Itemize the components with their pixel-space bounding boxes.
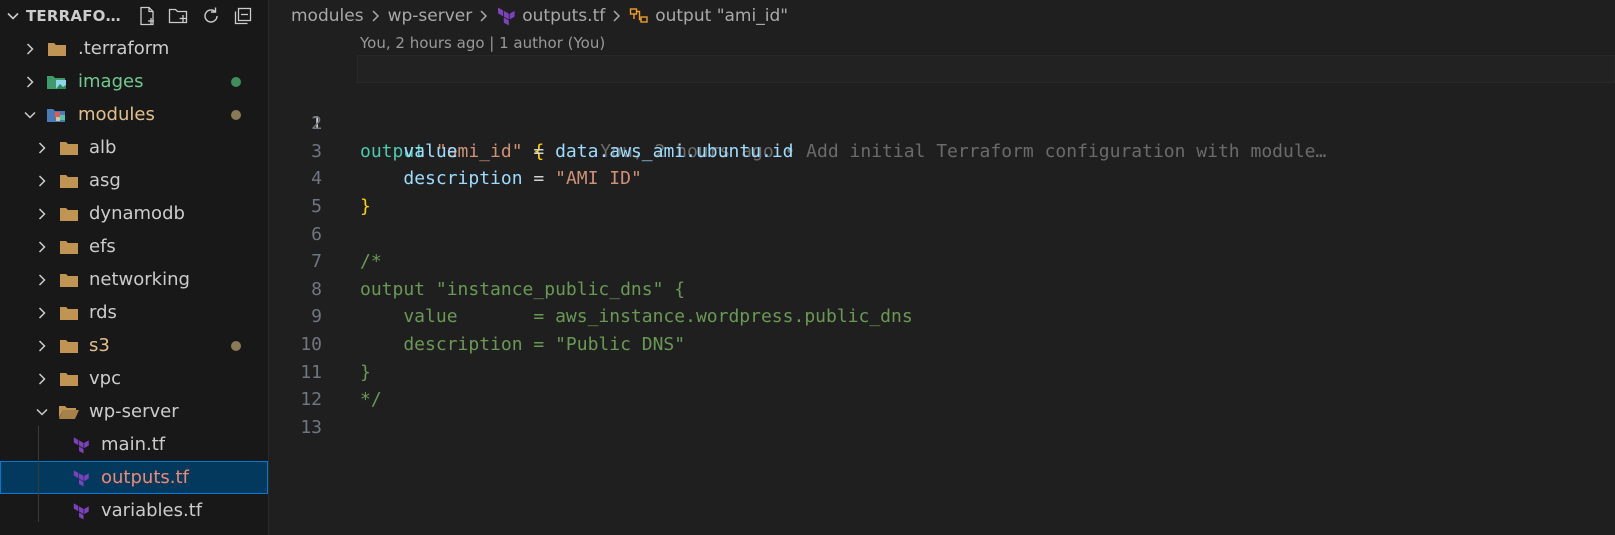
new-file-icon[interactable] <box>135 4 159 28</box>
code-line: 4 } <box>269 138 1615 217</box>
code-line: 11 */ <box>269 331 1615 411</box>
explorer-title: TERRAFORM <box>26 7 129 25</box>
tree-item-label: networking <box>89 269 190 290</box>
tree-item-label: variables.tf <box>101 500 203 521</box>
folder-icon <box>58 270 80 290</box>
code-line: 3 description = "AMI ID" <box>269 110 1615 190</box>
tree-item-label: efs <box>89 236 116 257</box>
code-line: 7 output "instance_public_dns" { <box>269 221 1615 300</box>
chevron-down-icon[interactable] <box>22 107 38 123</box>
tree-item-label: s3 <box>89 335 110 356</box>
tree-item-label: alb <box>89 137 117 158</box>
folder-icon <box>58 171 80 191</box>
folder-icon <box>58 336 80 356</box>
tree-item-variables-tf[interactable]: variables.tf <box>0 494 268 527</box>
tree-item-main-tf[interactable]: main.tf <box>0 428 268 461</box>
terraform-file-icon <box>70 468 92 488</box>
chevron-right-icon[interactable] <box>34 371 50 387</box>
tree-item-label: rds <box>89 302 117 323</box>
code-area[interactable]: 1 output "ami_id" {You, 2 hours ago • Ad… <box>269 55 1615 438</box>
tree-item-networking[interactable]: networking <box>0 263 268 296</box>
chevron-right-icon[interactable] <box>34 338 50 354</box>
breadcrumb-symbol[interactable]: output "ami_id" <box>655 6 788 26</box>
explorer-actions <box>135 4 255 28</box>
images-folder-icon <box>46 72 68 92</box>
editor[interactable]: modules wp-server outputs.tf output "ami… <box>269 0 1615 535</box>
modules-folder-icon <box>46 105 68 125</box>
breadcrumb-outputs-tf[interactable]: outputs.tf <box>522 6 605 26</box>
new-folder-icon[interactable] <box>167 4 191 28</box>
chevron-right-icon[interactable] <box>34 239 50 255</box>
folder-icon <box>58 303 80 323</box>
tree-item-label: .terraform <box>78 38 170 59</box>
chevron-right-icon[interactable] <box>34 173 50 189</box>
chevron-right-icon[interactable] <box>22 41 38 57</box>
tree-item-label: outputs.tf <box>101 467 189 488</box>
git-status-dot <box>231 340 241 351</box>
tree-item-outputs-tf[interactable]: outputs.tf <box>0 461 268 494</box>
git-status-dot <box>231 76 241 87</box>
code-line: 5 <box>269 165 1615 217</box>
chevron-right-icon <box>370 9 382 23</box>
tree-item-modules[interactable]: modules <box>0 98 268 131</box>
tree-item-dynamodb[interactable]: dynamodb <box>0 197 268 230</box>
explorer-header[interactable]: TERRAFORM <box>0 0 268 32</box>
code-line: 2 value = data.aws_ami.ubuntu.id <box>269 83 1615 162</box>
tree-item-alb[interactable]: alb <box>0 131 268 164</box>
tree-item-label: vpc <box>89 368 121 389</box>
chevron-right-icon[interactable] <box>34 272 50 288</box>
line-number: 13 <box>300 416 322 438</box>
chevron-down-icon[interactable] <box>4 7 22 25</box>
folder-open-icon <box>58 402 80 422</box>
folder-icon <box>58 138 80 158</box>
codelens-blame[interactable]: You, 2 hours ago | 1 author (You) <box>360 34 605 52</box>
tree-item-terraform[interactable]: .terraform <box>0 32 268 65</box>
chevron-right-icon[interactable] <box>34 206 50 222</box>
chevron-right-icon <box>611 9 623 23</box>
folder-icon <box>58 237 80 257</box>
code-line: 13 <box>269 386 1615 438</box>
tree-item-rds[interactable]: rds <box>0 296 268 329</box>
git-status-dot <box>231 109 241 120</box>
tree-item-s3[interactable]: s3 <box>0 329 268 362</box>
breadcrumb-wp-server[interactable]: wp-server <box>388 6 473 26</box>
tree-item-images[interactable]: images <box>0 65 268 98</box>
tree-item-asg[interactable]: asg <box>0 164 268 197</box>
folder-icon <box>46 39 68 59</box>
tree-item-efs[interactable]: efs <box>0 230 268 263</box>
code-line: 12 <box>269 359 1615 410</box>
code-line: 8 value = aws_instance.wordpress.public_… <box>269 248 1615 328</box>
tree-item-wp-server[interactable]: wp-server <box>0 395 268 428</box>
tree-item-label: modules <box>78 104 155 125</box>
symbol-structure-icon <box>629 7 649 25</box>
code-line: 10 } <box>269 303 1615 383</box>
breadcrumb-modules[interactable]: modules <box>291 6 364 26</box>
chevron-right-icon[interactable] <box>34 305 50 321</box>
chevron-down-icon[interactable] <box>34 404 50 420</box>
terraform-icon <box>496 6 516 26</box>
tree-item-label: wp-server <box>89 401 179 422</box>
file-tree: .terraform images modules alb asg dynamodb efs… <box>0 32 268 527</box>
chevron-right-icon <box>478 9 490 23</box>
refresh-icon[interactable] <box>199 4 223 28</box>
tree-item-label: main.tf <box>101 434 166 455</box>
tree-item-label: images <box>78 71 144 92</box>
chevron-right-icon[interactable] <box>34 140 50 156</box>
terraform-file-icon <box>70 501 92 521</box>
breadcrumb: modules wp-server outputs.tf output "ami… <box>291 0 788 32</box>
terraform-file-icon <box>70 435 92 455</box>
collapse-all-icon[interactable] <box>231 4 255 28</box>
indent-guide <box>38 426 39 522</box>
explorer-sidebar: TERRAFORM .terraform images modules alb asg d… <box>0 0 269 535</box>
chevron-right-icon[interactable] <box>22 74 38 90</box>
code-line: 1 output "ami_id" {You, 2 hours ago • Ad… <box>269 55 1615 162</box>
code-line: 9 description = "Public DNS" <box>269 276 1615 355</box>
folder-icon <box>58 204 80 224</box>
tree-item-vpc[interactable]: vpc <box>0 362 268 395</box>
code-line: 6 /* <box>269 193 1615 273</box>
tree-item-label: dynamodb <box>89 203 185 224</box>
tree-item-label: asg <box>89 170 121 191</box>
folder-icon <box>58 369 80 389</box>
